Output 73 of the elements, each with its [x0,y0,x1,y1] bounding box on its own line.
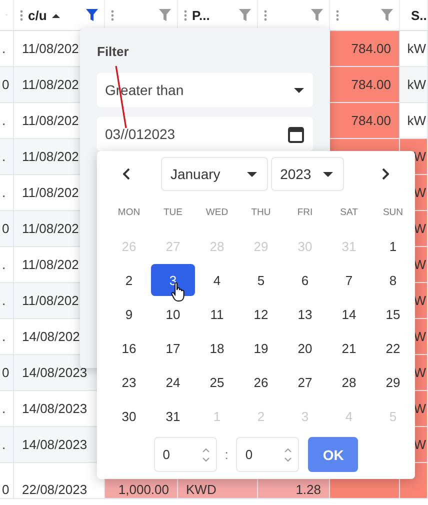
drag-handle-icon[interactable] [184,10,187,20]
table-cell: . [0,283,14,318]
table-cell: 0 [0,67,14,102]
column-header[interactable]: c/u [28,8,47,22]
calendar-day[interactable]: 28 [327,366,371,398]
caret-icon [247,172,258,176]
calendar-day[interactable]: 25 [195,366,239,398]
year-dropdown[interactable]: 2023 [271,157,344,191]
table-cell: 0 [0,355,14,390]
table-cell: . [0,247,14,282]
drag-handle-icon[interactable] [336,10,339,20]
table-cell: 784.00 [330,31,400,66]
table-cell: 784.00 [330,67,400,102]
weekday-label: SAT [340,206,358,218]
minute-input[interactable]: 0 [236,437,300,472]
table-cell: kW [400,103,428,138]
table-cell: . [0,391,14,426]
drag-handle-icon[interactable] [264,10,267,20]
table-cell: . [0,319,14,354]
calendar-day[interactable]: 6 [283,264,327,296]
caret-icon [322,172,333,176]
calendar-day[interactable]: 14 [327,298,371,330]
weekday-label: TUE [164,206,182,218]
caret-icon [294,88,304,92]
calendar-day[interactable]: 19 [239,332,283,364]
table-cell: 0 [0,463,14,498]
column-header[interactable]: S.. [411,8,427,22]
calendar-day[interactable]: 11 [195,298,239,330]
calendar-day[interactable]: 10 [151,298,195,330]
drag-handle-icon[interactable] [111,10,114,20]
calendar-day[interactable]: 21 [327,332,371,364]
calendar-day[interactable]: 30 [107,400,151,432]
table-cell: . [0,427,14,462]
table-cell: kW [400,67,428,102]
table-cell: 0 [0,211,14,246]
calendar-day[interactable]: 27 [283,366,327,398]
table-cell: 784.00 [330,103,400,138]
calendar-day[interactable]: 17 [151,332,195,364]
sort-ascending-icon[interactable] [52,12,60,18]
calendar-day[interactable]: 4 [195,264,239,296]
calendar-day[interactable]: 23 [107,366,151,398]
calendar-day[interactable]: 12 [239,298,283,330]
calendar-day[interactable]: 9 [107,298,151,330]
chevron-right-icon [382,168,390,180]
calendar-day[interactable]: 31 [151,400,195,432]
weekday-label: FRI [297,206,313,218]
weekday-label: THU [251,206,271,218]
calendar-day[interactable]: 24 [151,366,195,398]
calendar-day[interactable]: 13 [283,298,327,330]
month-dropdown[interactable]: January [161,157,268,191]
table-cell: . [0,103,14,138]
table-cell: . [0,139,14,174]
table-cell: kW [400,31,428,66]
stepper-arrows-icon[interactable] [284,446,292,462]
column-header[interactable]: P... [192,8,210,22]
drag-handle-icon[interactable] [20,10,23,20]
table-cell: . [0,175,14,210]
hour-input[interactable]: 0 [154,437,217,472]
calendar-day[interactable]: 26 [239,366,283,398]
calendar-icon[interactable] [288,126,304,142]
calendar-day[interactable]: 18 [195,332,239,364]
chevron-left-icon [122,168,130,180]
calendar-day[interactable]: 16 [107,332,151,364]
calendar-day[interactable]: 20 [283,332,327,364]
stepper-arrows-icon[interactable] [202,446,210,462]
calendar-day[interactable]: 7 [327,264,371,296]
weekday-label: WED [206,206,228,218]
weekday-label: MON [118,206,140,218]
calendar-day[interactable]: 5 [239,264,283,296]
calendar-day[interactable]: 2 [107,264,151,296]
table-cell: . [0,31,14,66]
date-input-field[interactable]: 03//012023 [97,117,313,151]
time-separator: : [224,447,230,462]
